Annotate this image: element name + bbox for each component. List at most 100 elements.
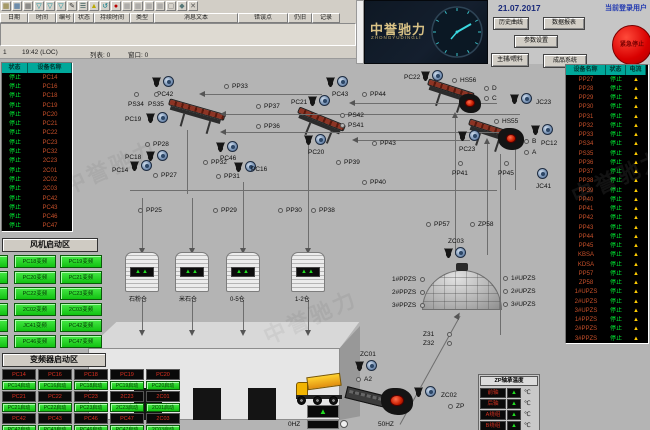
toolbar-icon-1[interactable]: ▦ (12, 1, 22, 11)
toolbar-icon-16[interactable]: ◆ (177, 1, 187, 11)
status-dot[interactable] (484, 86, 489, 91)
device-row[interactable]: PP37停止▲ (566, 168, 648, 177)
device-row[interactable]: PS35停止▲ (566, 149, 648, 158)
device-row[interactable]: PP31停止▲ (566, 112, 648, 121)
hopper-icon[interactable] (130, 161, 139, 171)
device-row[interactable]: 停止PC32 (2, 147, 72, 156)
toolbar-icon-17[interactable]: ✕ (188, 1, 198, 11)
device-row[interactable]: PP27停止▲ (566, 75, 648, 84)
vfd-button[interactable]: PC18变频 (14, 255, 56, 268)
vfd-button[interactable]: PC22变频 (14, 287, 56, 300)
vfd-button[interactable]: 2C03变频 (60, 303, 102, 316)
device-row[interactable]: PP32停止▲ (566, 121, 648, 130)
status-dot[interactable] (224, 84, 229, 89)
fan-icon[interactable] (365, 360, 378, 372)
toolbar-icon-2[interactable]: ▦ (23, 1, 33, 11)
toolbar-icon-9[interactable]: ↺ (100, 1, 110, 11)
alarm-message-list[interactable] (0, 23, 356, 46)
device-row[interactable]: PP39停止▲ (566, 186, 648, 195)
starter-start-button[interactable]: 2C23启动 (110, 403, 144, 412)
status-dot[interactable] (362, 92, 367, 97)
vfd-button[interactable]: PC23变频 (60, 287, 102, 300)
fan-icon[interactable] (454, 247, 467, 259)
device-row[interactable]: 停止2C02 (2, 175, 72, 184)
status-dot[interactable] (340, 113, 345, 118)
vfd-button[interactable]: PC20变频 (14, 271, 56, 284)
vfd-button[interactable]: PC47变频 (60, 335, 102, 348)
device-row[interactable]: 停止PC22 (2, 129, 72, 138)
status-dot[interactable] (153, 173, 158, 178)
status-dot[interactable] (452, 78, 457, 83)
fan-icon[interactable] (468, 130, 481, 142)
vfd-button-clipped[interactable] (0, 255, 8, 268)
status-dot[interactable] (470, 222, 475, 227)
vfd-button[interactable]: JC41变频 (14, 319, 56, 332)
starter-start-button[interactable]: PC20启动 (146, 381, 180, 390)
alarm-col-5[interactable]: 类型 (130, 13, 154, 23)
toolbar-icon-6[interactable]: ✎ (67, 1, 77, 11)
fan-icon[interactable] (336, 76, 349, 88)
vfd-button[interactable]: PC42变频 (60, 319, 102, 332)
status-dot[interactable] (426, 222, 431, 227)
vfd-button[interactable]: PC46变频 (14, 335, 56, 348)
device-row[interactable]: 停止PC42 (2, 194, 72, 203)
hopper-icon[interactable] (146, 113, 155, 123)
alarm-col-9[interactable]: 记录 (312, 13, 340, 23)
device-row[interactable]: PP28停止▲ (566, 84, 648, 93)
hopper-icon[interactable] (304, 135, 313, 145)
status-dot[interactable] (336, 160, 341, 165)
status-dot[interactable] (503, 289, 508, 294)
toolbar-icon-14[interactable]: ▦ (155, 1, 165, 11)
status-dot[interactable] (503, 302, 508, 307)
silo-tank[interactable]: ▲▲ (291, 252, 325, 292)
status-dot[interactable] (420, 290, 425, 295)
status-dot[interactable] (340, 123, 345, 128)
vfd-button[interactable]: 2C02变频 (14, 303, 56, 316)
status-dot[interactable] (154, 92, 159, 97)
toolbar-icon-3[interactable]: ▽ (34, 1, 44, 11)
device-row[interactable]: 停止PC43 (2, 203, 72, 212)
status-dot[interactable] (356, 377, 361, 382)
status-dot[interactable] (138, 208, 143, 213)
emergency-stop-button[interactable]: 紧急停止 (612, 25, 650, 65)
device-row[interactable]: 停止PC46 (2, 212, 72, 221)
device-row[interactable]: 停止PC23 (2, 138, 72, 147)
status-dot[interactable] (203, 160, 208, 165)
status-dot[interactable] (420, 303, 425, 308)
status-dot[interactable] (216, 174, 221, 179)
fan-icon[interactable] (424, 386, 437, 398)
fan-icon[interactable] (156, 150, 169, 162)
belt-conveyor[interactable] (166, 98, 226, 127)
device-row[interactable]: 停止PC18 (2, 92, 72, 101)
starter-start-button[interactable]: PC21启动 (2, 403, 36, 412)
toolbar-icon-8[interactable]: ▲ (89, 1, 99, 11)
status-dot[interactable] (447, 332, 452, 337)
device-row[interactable]: PP36停止▲ (566, 158, 648, 167)
crusher-icon[interactable] (381, 388, 413, 415)
status-dot[interactable] (420, 277, 425, 282)
starter-start-button[interactable]: PC22启动 (38, 403, 72, 412)
data-report-button[interactable]: 数据报表 (543, 17, 585, 30)
crusher-icon[interactable] (498, 128, 524, 150)
hopper-icon[interactable] (326, 77, 335, 87)
starter-start-button[interactable]: PC43启动 (38, 425, 72, 430)
device-row[interactable]: PP45停止▲ (566, 242, 648, 251)
starter-start-button[interactable]: PC23启动 (74, 403, 108, 412)
status-dot[interactable] (503, 276, 508, 281)
device-row[interactable]: 3#PPZS停止▲ (566, 334, 648, 343)
device-row[interactable]: 停止2C03 (2, 185, 72, 194)
fan-icon[interactable] (314, 134, 327, 146)
silo-tank[interactable]: ▲▲ (125, 252, 159, 292)
alarm-col-2[interactable]: 编号 (56, 13, 74, 23)
alarm-col-7[interactable]: 错误点 (238, 13, 288, 23)
status-dot[interactable] (448, 404, 453, 409)
device-row[interactable]: 停止PC19 (2, 101, 72, 110)
status-dot[interactable] (372, 141, 377, 146)
device-row[interactable]: PP43停止▲ (566, 223, 648, 232)
status-dot[interactable] (213, 208, 218, 213)
starter-start-button[interactable]: PC42启动 (2, 425, 36, 430)
fan-icon[interactable] (541, 124, 554, 136)
starter-start-button[interactable]: 2C01启动 (146, 403, 180, 412)
device-row[interactable]: KBSA停止▲ (566, 251, 648, 260)
device-row[interactable]: 停止PC20 (2, 110, 72, 119)
